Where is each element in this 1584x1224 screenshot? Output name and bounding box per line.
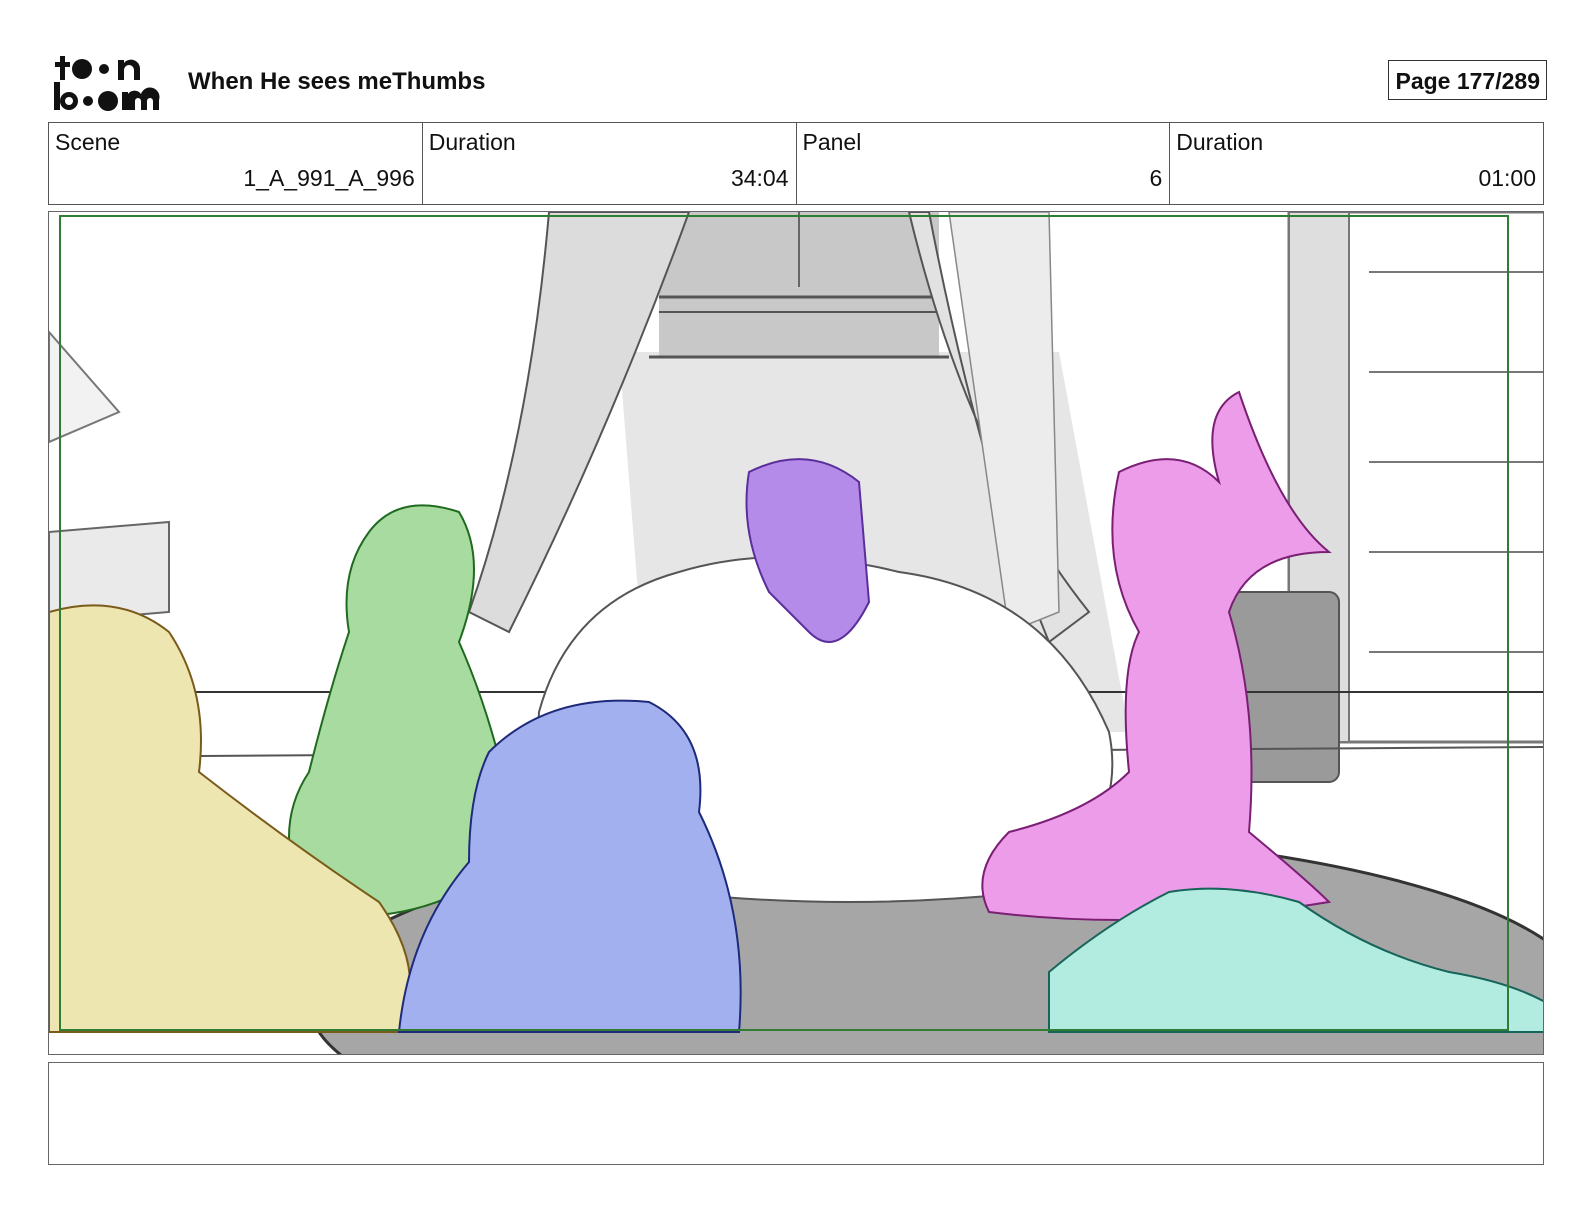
scene-cell: Scene 1_A_991_A_996 bbox=[49, 123, 423, 204]
scene-duration-cell: Duration 34:04 bbox=[423, 123, 797, 204]
panel-value: 6 bbox=[1149, 165, 1163, 191]
scene-info-table: Scene 1_A_991_A_996 Duration 34:04 Panel… bbox=[48, 122, 1544, 205]
scene-value: 1_A_991_A_996 bbox=[243, 165, 415, 191]
storyboard-panel bbox=[48, 211, 1544, 1055]
scene-duration-label: Duration bbox=[428, 129, 516, 155]
panel-duration-label: Duration bbox=[1176, 129, 1264, 155]
panel-duration-value: 01:00 bbox=[1478, 165, 1536, 191]
panel-cell: Panel 6 bbox=[797, 123, 1171, 204]
panel-notes bbox=[48, 1062, 1544, 1165]
page-number-badge: Page 177/289 bbox=[1388, 60, 1547, 100]
toonboom-logo bbox=[54, 56, 160, 111]
panel-sketch bbox=[49, 212, 1543, 1054]
panel-label: Panel bbox=[802, 129, 862, 155]
scene-label: Scene bbox=[55, 129, 121, 155]
panel-duration-cell: Duration 01:00 bbox=[1170, 123, 1543, 204]
page-header: When He sees meThumbs Page 177/289 bbox=[48, 50, 1547, 112]
scene-duration-value: 34:04 bbox=[730, 165, 789, 191]
document-title: When He sees meThumbs bbox=[188, 68, 486, 95]
